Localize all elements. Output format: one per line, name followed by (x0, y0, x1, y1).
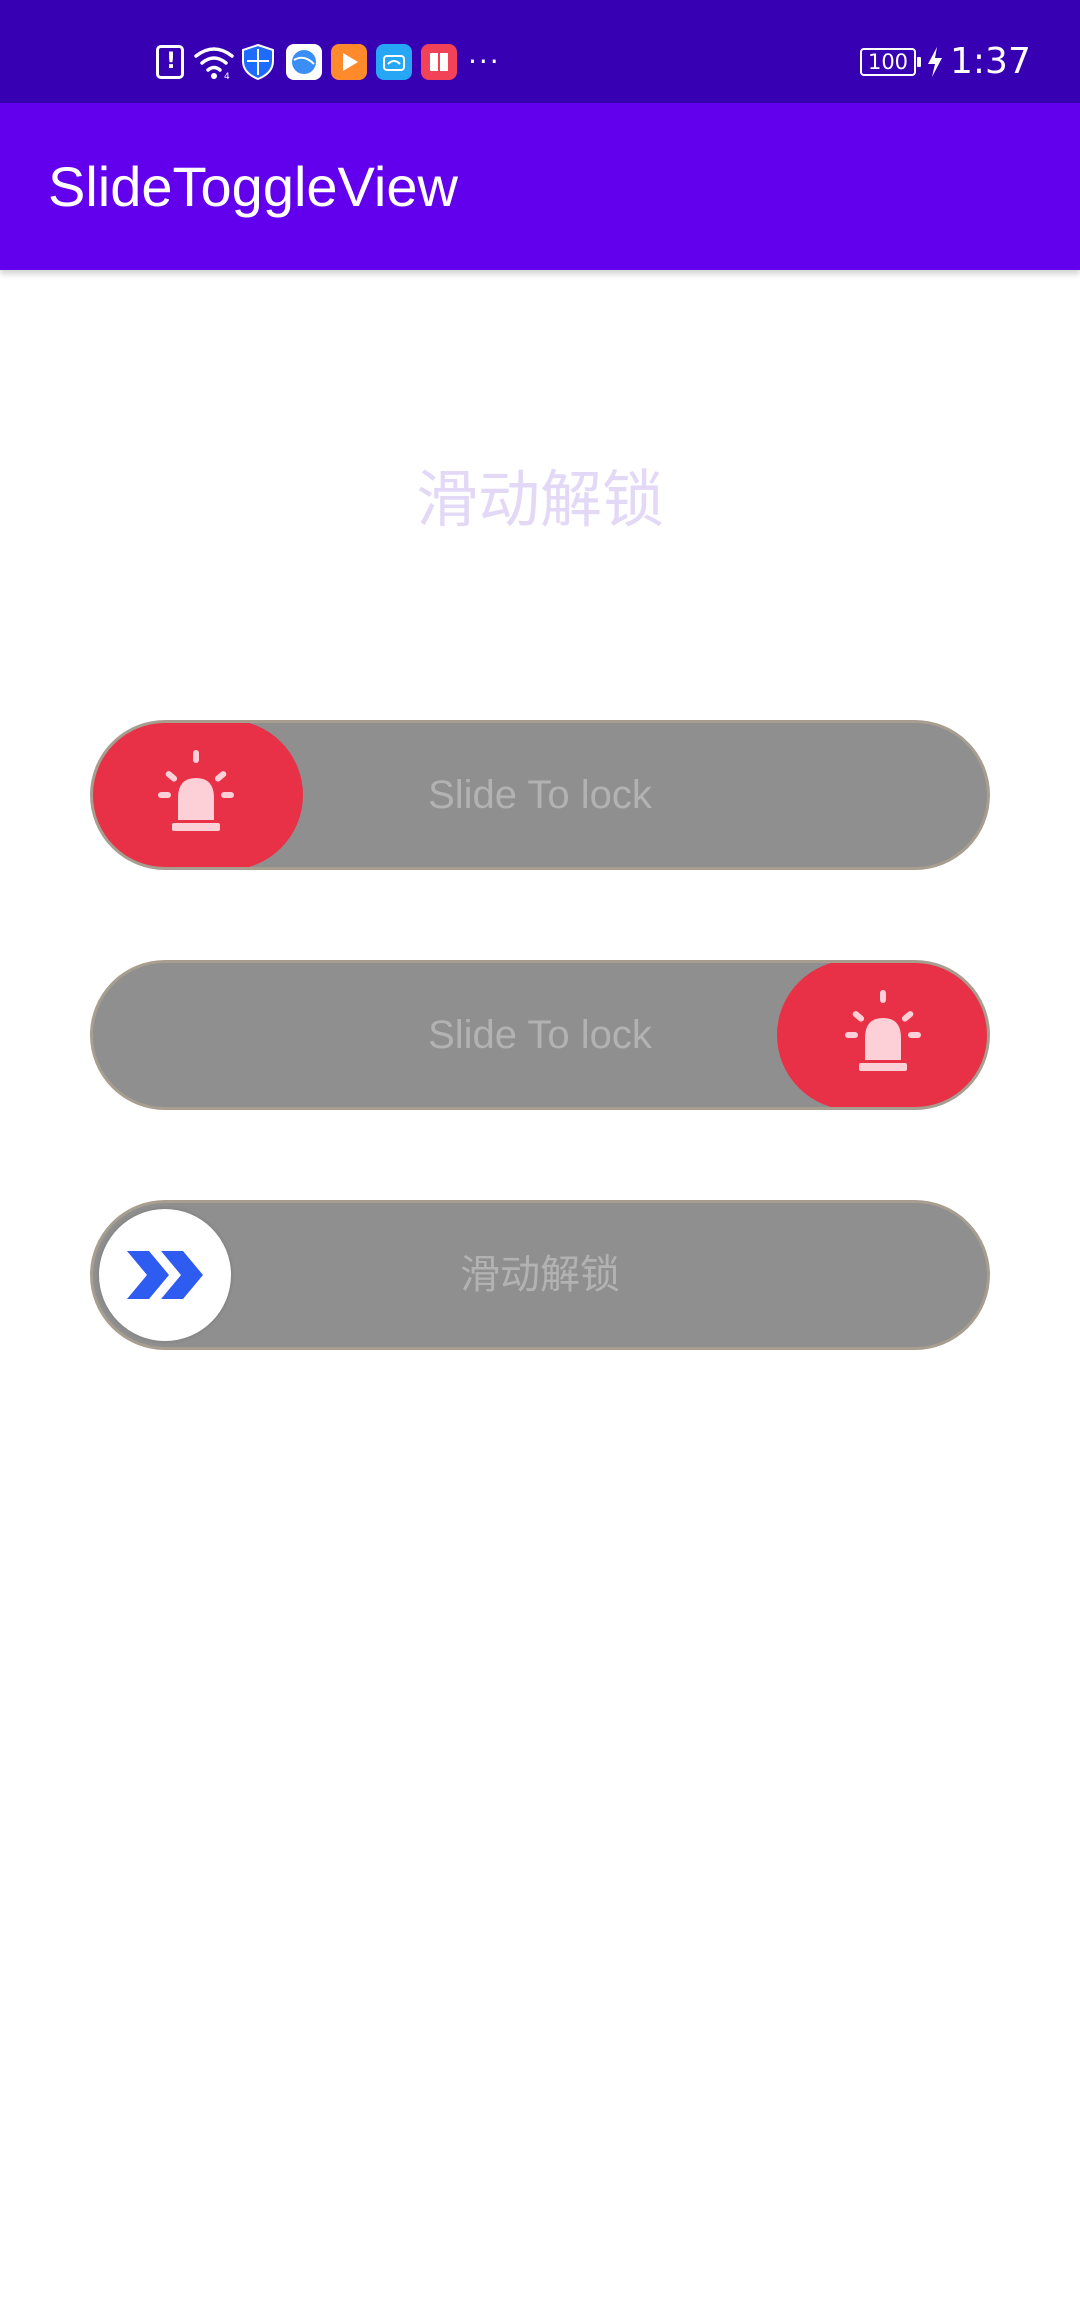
slide-toggle-3[interactable]: 滑动解锁 (90, 1200, 990, 1350)
double-chevron-right-icon (127, 1251, 203, 1299)
slide-unlock-hint: 滑动解锁 (415, 463, 664, 536)
cloud-app-icon (376, 44, 412, 80)
siren-icon (158, 750, 234, 831)
app-title: SlideToggleView (48, 155, 458, 218)
slide-toggle-thumb[interactable] (93, 723, 303, 867)
svg-text:4: 4 (224, 72, 230, 80)
more-notifications-indicator: ··· (468, 45, 501, 78)
video-app-icon (331, 44, 367, 80)
book-app-icon (421, 44, 457, 80)
notification-alert-icon (156, 45, 184, 79)
battery-indicator: 100 (860, 48, 921, 76)
clock: 1:37 (950, 41, 1031, 82)
slide-toggle-thumb[interactable] (99, 1209, 231, 1341)
wifi-icon: 4 (194, 47, 234, 80)
browser-app-icon (286, 44, 322, 80)
charging-bolt-icon (928, 47, 942, 77)
slide-toggle-thumb[interactable] (777, 963, 987, 1107)
app-bar: SlideToggleView (0, 103, 1080, 270)
status-bar: 4 ··· 100 1:37 (0, 0, 1080, 103)
shield-icon (242, 44, 274, 80)
slide-toggle-2[interactable]: Slide To lock (90, 960, 990, 1110)
siren-icon (845, 990, 921, 1071)
slide-toggle-1[interactable]: Slide To lock (90, 720, 990, 870)
